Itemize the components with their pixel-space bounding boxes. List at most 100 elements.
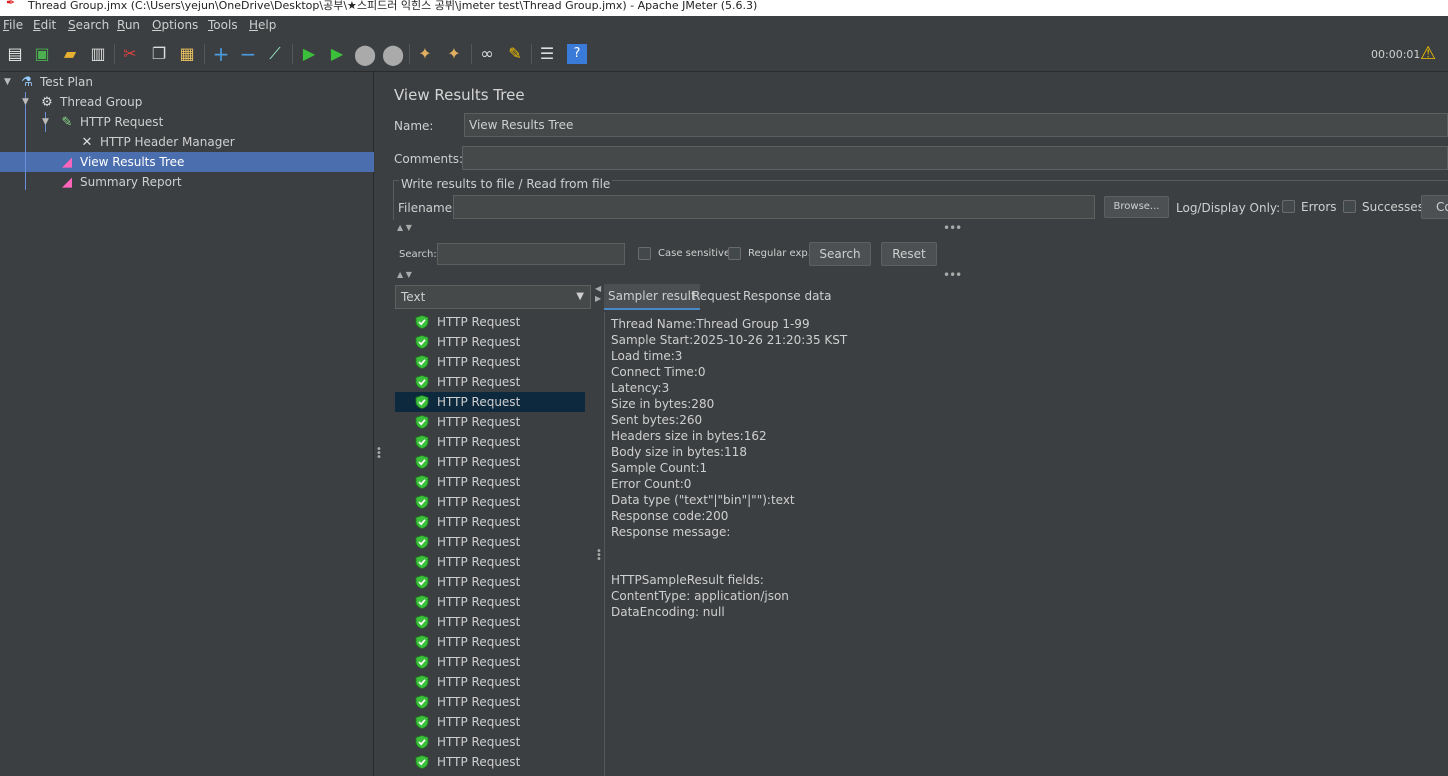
- sampler-result-line: Thread Name:Thread Group 1-99: [611, 317, 810, 331]
- clear-all-icon[interactable]: ✦: [444, 44, 464, 64]
- copy-icon[interactable]: ❐: [149, 44, 169, 64]
- tab-response-data[interactable]: Response data: [739, 284, 835, 310]
- tab-sampler-result[interactable]: Sampler result: [604, 284, 700, 310]
- start-no-pauses-icon[interactable]: ▶: [327, 44, 347, 64]
- collapse-arrow-icon[interactable]: ▼: [42, 117, 49, 127]
- result-item[interactable]: HTTP Request: [395, 572, 585, 592]
- tree-item-thread-group[interactable]: ⚙ Thread Group: [38, 92, 142, 112]
- tree-item-test-plan[interactable]: ⚗ Test Plan: [18, 72, 93, 92]
- comments-field[interactable]: [462, 146, 1448, 170]
- clear-icon[interactable]: ✦: [415, 44, 435, 64]
- collapse-arrow-icon[interactable]: ▼: [4, 77, 11, 87]
- result-item[interactable]: HTTP Request: [395, 632, 585, 652]
- result-item[interactable]: HTTP Request: [395, 512, 585, 532]
- search-label: Search:: [399, 249, 437, 260]
- result-item[interactable]: HTTP Request: [395, 732, 585, 752]
- configure-button[interactable]: Co: [1421, 195, 1448, 219]
- open-icon[interactable]: ▰: [60, 44, 80, 64]
- templates-icon[interactable]: ▣: [32, 44, 52, 64]
- tree-item-http-header-manager[interactable]: ✕ HTTP Header Manager: [78, 132, 235, 152]
- tab-request[interactable]: Request: [688, 284, 745, 310]
- result-item[interactable]: HTTP Request: [395, 672, 585, 692]
- result-item-label: HTTP Request: [437, 335, 521, 349]
- help-icon[interactable]: ?: [567, 44, 587, 64]
- success-shield-icon: [415, 695, 429, 709]
- reset-search-icon[interactable]: ✎: [505, 44, 525, 64]
- paste-icon[interactable]: ▦: [177, 44, 197, 64]
- tree-item-view-results-tree[interactable]: ◢ View Results Tree: [58, 152, 184, 172]
- result-item[interactable]: HTTP Request: [395, 372, 585, 392]
- errors-checkbox[interactable]: [1282, 200, 1295, 213]
- tree-item-http-request[interactable]: ✎ HTTP Request: [58, 112, 164, 132]
- result-item[interactable]: HTTP Request: [395, 612, 585, 632]
- result-item[interactable]: HTTP Request: [395, 652, 585, 672]
- horizontal-splitter[interactable]: ▲ ▼ •••: [383, 221, 1448, 235]
- renderer-select[interactable]: Text ▼: [395, 285, 591, 309]
- reset-button[interactable]: Reset: [881, 242, 937, 266]
- search-button[interactable]: Search: [809, 242, 871, 266]
- gear-icon: ⚙: [41, 95, 53, 110]
- success-shield-icon: [415, 635, 429, 649]
- new-icon[interactable]: ▤: [5, 44, 25, 64]
- success-shield-icon: [415, 755, 429, 769]
- collapse-icon[interactable]: −: [238, 44, 258, 64]
- search-input[interactable]: [437, 243, 625, 265]
- successes-checkbox[interactable]: [1343, 200, 1356, 213]
- name-field[interactable]: View Results Tree: [464, 113, 1448, 137]
- filename-field[interactable]: [453, 195, 1095, 219]
- result-item[interactable]: HTTP Request: [395, 592, 585, 612]
- menu-help[interactable]: Help: [249, 18, 276, 32]
- tree-selection-highlight: [0, 152, 374, 172]
- case-sensitive-checkbox[interactable]: [638, 247, 651, 260]
- sampler-result-line: Response message:: [611, 525, 731, 539]
- result-item[interactable]: HTTP Request: [395, 332, 585, 352]
- menu-file[interactable]: File: [3, 18, 23, 32]
- result-item-label: HTTP Request: [437, 715, 521, 729]
- result-item[interactable]: HTTP Request: [395, 712, 585, 732]
- stop-icon[interactable]: ⬤: [354, 44, 376, 64]
- start-icon[interactable]: ▶: [299, 44, 319, 64]
- sampler-result-line: Connect Time:0: [611, 365, 706, 379]
- save-icon[interactable]: ▥: [88, 44, 108, 64]
- success-shield-icon: [415, 715, 429, 729]
- function-helper-icon[interactable]: ☰: [537, 44, 557, 64]
- result-item[interactable]: HTTP Request: [395, 532, 585, 552]
- regex-checkbox[interactable]: [728, 247, 741, 260]
- results-detail-splitter[interactable]: ◀ ▶ • • •: [593, 282, 603, 776]
- result-item[interactable]: HTTP Request: [395, 492, 585, 512]
- menu-edit[interactable]: Edit: [33, 18, 56, 32]
- menu-run[interactable]: Run: [117, 18, 140, 32]
- result-item-label: HTTP Request: [437, 655, 521, 669]
- result-item[interactable]: HTTP Request: [395, 552, 585, 572]
- result-item[interactable]: HTTP Request: [395, 692, 585, 712]
- result-item[interactable]: HTTP Request: [395, 472, 585, 492]
- result-item[interactable]: HTTP Request: [395, 352, 585, 372]
- menu-search[interactable]: Search: [68, 18, 109, 32]
- log-display-only-label: Log/Display Only:: [1176, 201, 1281, 215]
- menu-tools[interactable]: Tools: [208, 18, 238, 32]
- splitter-arrows-icon: ▲ ▼: [397, 223, 412, 232]
- tree-item-summary-report[interactable]: ◢ Summary Report: [58, 172, 182, 192]
- result-item[interactable]: HTTP Request: [395, 392, 585, 412]
- menu-options[interactable]: Options: [152, 18, 198, 32]
- binoculars-icon[interactable]: ∞: [477, 44, 497, 64]
- result-item-label: HTTP Request: [437, 395, 521, 409]
- browse-button[interactable]: Browse...: [1104, 196, 1169, 218]
- sampler-result-line: Sample Start:2025-10-26 21:20:35 KST: [611, 333, 848, 347]
- expand-icon[interactable]: +: [211, 44, 231, 64]
- success-shield-icon: [415, 375, 429, 389]
- cut-icon[interactable]: ✂: [120, 44, 140, 64]
- result-item[interactable]: HTTP Request: [395, 412, 585, 432]
- result-item[interactable]: HTTP Request: [395, 312, 585, 332]
- result-item[interactable]: HTTP Request: [395, 752, 585, 772]
- warning-icon[interactable]: ⚠: [1420, 43, 1436, 64]
- main-splitter[interactable]: • • •: [375, 72, 383, 776]
- shutdown-icon[interactable]: ⬤: [382, 44, 404, 64]
- toggle-icon[interactable]: ⟋: [265, 44, 285, 64]
- result-item-label: HTTP Request: [437, 575, 521, 589]
- result-item-label: HTTP Request: [437, 675, 521, 689]
- result-item[interactable]: HTTP Request: [395, 452, 585, 472]
- collapse-arrow-icon[interactable]: ▼: [22, 97, 29, 107]
- horizontal-splitter[interactable]: ▲ ▼ •••: [383, 268, 1448, 282]
- result-item[interactable]: HTTP Request: [395, 432, 585, 452]
